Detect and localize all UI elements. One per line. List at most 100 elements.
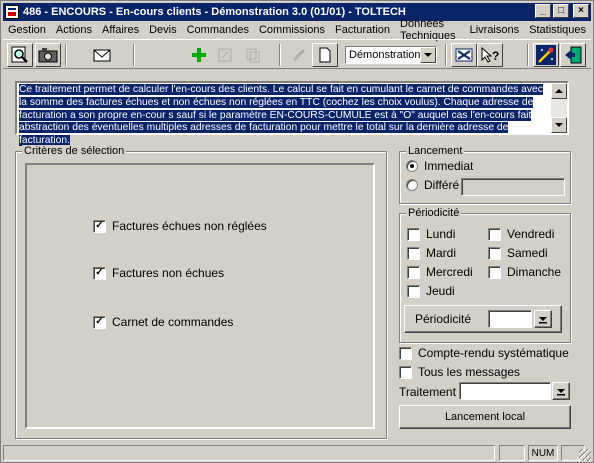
window-title: 486 - ENCOURS - En-cours clients - Démon…	[23, 6, 406, 18]
maximize-button[interactable]: □	[553, 4, 569, 18]
criteria-option-echues[interactable]: ✓ Factures échues non réglées	[93, 219, 267, 233]
day-label: Mercredi	[426, 265, 473, 279]
radio-label: Différé	[424, 178, 460, 192]
copy-icon	[246, 48, 260, 63]
periodicite-field[interactable]	[488, 310, 532, 328]
status-bar: NUM	[3, 443, 591, 461]
blank-page-icon	[319, 47, 331, 63]
radio-immediat[interactable]: Immediat	[406, 159, 473, 173]
day-samedi[interactable]: Samedi	[488, 246, 548, 260]
day-label: Lundi	[426, 227, 456, 241]
radio-differe[interactable]: Différé	[406, 178, 459, 192]
day-dimanche[interactable]: Dimanche	[488, 265, 561, 279]
checkbox[interactable]	[407, 284, 420, 298]
zoom-button[interactable]	[7, 43, 33, 67]
menu-devis[interactable]: Devis	[144, 24, 182, 36]
compte-rendu-label: Compte-rendu systématique	[418, 346, 569, 360]
differe-field[interactable]	[461, 178, 565, 196]
day-mercredi[interactable]: Mercredi	[407, 265, 473, 279]
minimize-button[interactable]: _	[535, 4, 551, 18]
checkbox[interactable]	[399, 346, 412, 360]
radio[interactable]	[406, 179, 418, 191]
checkbox[interactable]: ✓	[93, 266, 106, 280]
resize-grip[interactable]	[579, 449, 591, 461]
periodicite-lookup-button[interactable]	[534, 310, 552, 328]
checkbox[interactable]	[407, 265, 420, 279]
help-icon: ?	[481, 47, 499, 63]
add-icon	[192, 48, 206, 62]
menu-livraisons[interactable]: Livraisons	[465, 24, 525, 36]
periodicite-label: Périodicité	[415, 312, 472, 326]
traitement-field[interactable]	[459, 382, 551, 400]
radio[interactable]	[406, 160, 418, 172]
menu-actions[interactable]: Actions	[51, 24, 97, 36]
periodicite-title: Périodicité	[406, 207, 462, 219]
menu-facturation[interactable]: Facturation	[330, 24, 395, 36]
day-jeudi[interactable]: Jeudi	[407, 284, 455, 298]
company-combo-value: Démonstration 3.	[349, 49, 420, 61]
criteria-option-non-echues[interactable]: ✓ Factures non échues	[93, 266, 224, 280]
day-label: Vendredi	[507, 227, 555, 241]
menu-affaires[interactable]: Affaires	[97, 24, 144, 36]
day-vendredi[interactable]: Vendredi	[488, 227, 554, 241]
eraser-button[interactable]	[286, 43, 312, 67]
scissors-button[interactable]	[451, 43, 477, 67]
app-icon[interactable]	[5, 5, 19, 19]
lancement-title: Lancement	[406, 145, 465, 157]
day-lundi[interactable]: Lundi	[407, 227, 455, 241]
status-panel-caps	[499, 445, 525, 461]
criteria-title: Critères de sélection	[22, 145, 127, 157]
checkbox[interactable]	[407, 227, 420, 241]
day-label: Dimanche	[507, 265, 562, 279]
camera-button[interactable]	[35, 43, 61, 67]
scroll-down-button[interactable]	[551, 117, 567, 133]
checkbox[interactable]	[399, 365, 412, 379]
compte-rendu-option[interactable]: Compte-rendu systématique	[399, 346, 569, 360]
tous-messages-option[interactable]: Tous les messages	[399, 365, 520, 379]
checkbox[interactable]	[488, 246, 501, 260]
checkbox[interactable]	[488, 227, 501, 241]
traitement-lookup-button[interactable]	[552, 382, 570, 400]
chevron-down-icon[interactable]	[420, 47, 436, 63]
exit-icon	[565, 46, 582, 64]
description-text: Ce traitement permet de calculer l'en-co…	[19, 84, 543, 147]
eraser-icon	[292, 48, 306, 62]
add-button[interactable]	[186, 43, 212, 67]
menu-statistiques[interactable]: Statistiques	[524, 24, 591, 36]
mail-icon	[93, 49, 111, 62]
copy-button[interactable]	[240, 43, 266, 67]
criteria-option-label: Factures non échues	[112, 266, 225, 280]
checkbox[interactable]	[488, 265, 501, 279]
criteria-option-carnet[interactable]: ✓ Carnet de commandes	[93, 315, 233, 329]
checkbox[interactable]	[407, 246, 420, 260]
edit-button[interactable]	[212, 43, 238, 67]
wand-button[interactable]	[533, 43, 559, 67]
menu-commandes[interactable]: Commandes	[182, 24, 254, 36]
day-mardi[interactable]: Mardi	[407, 246, 456, 260]
company-combo[interactable]: Démonstration 3.	[345, 46, 437, 64]
title-bar[interactable]: 486 - ENCOURS - En-cours clients - Démon…	[3, 3, 591, 21]
tous-messages-label: Tous les messages	[418, 365, 521, 379]
day-label: Jeudi	[426, 284, 455, 298]
scroll-up-button[interactable]	[551, 83, 567, 99]
day-label: Mardi	[426, 246, 457, 260]
camera-icon	[38, 48, 58, 63]
exit-button[interactable]	[560, 43, 586, 67]
blank-page-button[interactable]	[312, 43, 338, 67]
checkbox[interactable]: ✓	[93, 219, 106, 233]
menu-gestion[interactable]: Gestion	[3, 24, 51, 36]
checkbox[interactable]: ✓	[93, 315, 106, 329]
description-scrollbar[interactable]	[551, 83, 567, 133]
lancement-local-button[interactable]: Lancement local	[399, 405, 571, 429]
status-panel-main	[3, 445, 495, 461]
app-window: 486 - ENCOURS - En-cours clients - Démon…	[0, 0, 594, 463]
close-button[interactable]: ×	[573, 4, 589, 18]
arrow-down-bar-icon	[539, 317, 547, 324]
radio-label: Immediat	[424, 159, 474, 173]
help-button[interactable]: ?	[477, 43, 503, 67]
mail-button[interactable]	[89, 43, 115, 67]
toolbar: Démonstration 3. ?	[3, 39, 591, 69]
criteria-option-label: Carnet de commandes	[112, 315, 234, 329]
menu-commissions[interactable]: Commissions	[254, 24, 330, 36]
description-box[interactable]: Ce traitement permet de calculer l'en-co…	[15, 81, 569, 147]
